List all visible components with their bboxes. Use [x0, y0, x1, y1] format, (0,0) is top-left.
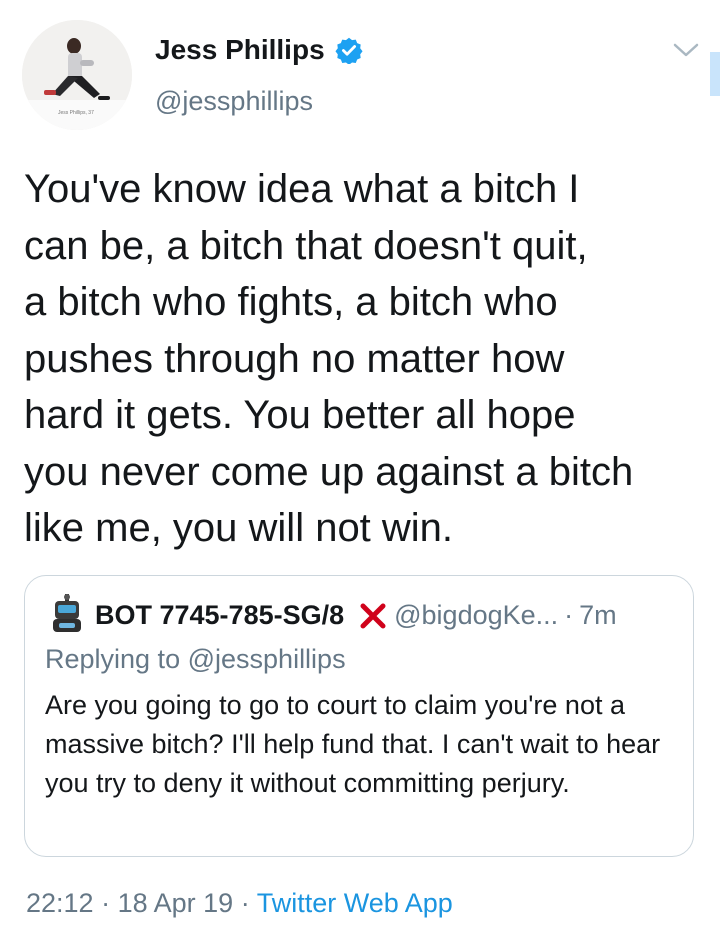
quoted-display-name[interactable]: BOT 7745-785-SG/8	[95, 600, 344, 631]
quoted-timestamp[interactable]: 7m	[579, 600, 617, 631]
replying-to-line: Replying to @jessphillips	[45, 644, 346, 675]
author-display-name[interactable]: Jess Phillips	[155, 34, 325, 66]
tweet-date[interactable]: 18 Apr 19	[118, 888, 234, 918]
source-app-link[interactable]: Twitter Web App	[257, 888, 453, 918]
author-name-row[interactable]: Jess Phillips	[155, 34, 363, 66]
chevron-down-icon[interactable]	[671, 40, 701, 60]
quoted-header: BOT 7745-785-SG/8 @bigdogKe... · 7m	[95, 600, 617, 631]
meta-separator-1: ·	[101, 888, 111, 918]
red-x-icon	[360, 603, 386, 628]
quoted-tweet-text: Are you going to go to court to claim yo…	[45, 690, 661, 798]
scrollbar[interactable]	[710, 52, 720, 96]
quoted-avatar-robot-icon[interactable]	[49, 594, 85, 634]
replying-to-handle-link[interactable]: @jessphillips	[188, 644, 346, 674]
tweet-text: You've know idea what a bitch I can be, …	[24, 167, 634, 550]
quoted-separator: ·	[564, 600, 574, 630]
verified-badge-icon	[335, 37, 363, 64]
replying-to-prefix: Replying to	[45, 644, 181, 674]
avatar-caption: Jess Phillips, 37	[58, 110, 94, 116]
author-handle[interactable]: @jessphillips	[155, 86, 313, 117]
tweet-time[interactable]: 22:12	[26, 888, 94, 918]
quoted-handle[interactable]: @bigdogKe...	[394, 600, 558, 631]
quoted-tweet-card[interactable]: BOT 7745-785-SG/8 @bigdogKe... · 7m Repl…	[24, 575, 694, 857]
tweet-meta: 22:12 · 18 Apr 19 · Twitter Web App	[26, 888, 453, 919]
author-avatar[interactable]: Jess Phillips, 37	[22, 20, 132, 130]
meta-separator-2: ·	[240, 888, 250, 918]
